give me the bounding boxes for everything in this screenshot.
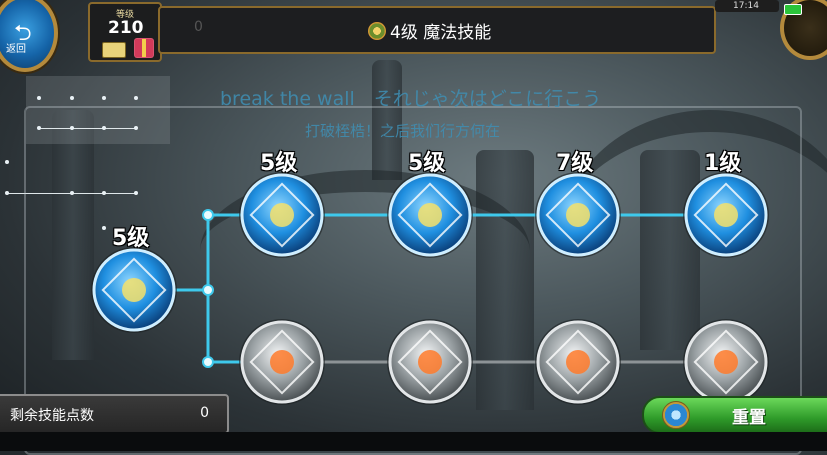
connector-node — [202, 356, 214, 368]
remaining-points-label: 剩余技能点数 — [10, 408, 94, 424]
remaining-points-value: 0 — [200, 405, 209, 421]
arrow-spread-icon — [122, 278, 146, 302]
skill-level-label: 5级 — [260, 151, 298, 176]
piercing-arrow-icon — [270, 203, 294, 227]
bottom-bar — [0, 432, 827, 451]
skill-level-label: 1级 — [704, 151, 742, 176]
skill-level-label: 5级 — [112, 226, 150, 251]
radiant-blast-icon — [714, 350, 738, 374]
summon-figure-icon — [566, 203, 590, 227]
triple-arrow-icon — [418, 203, 442, 227]
reset-icon — [662, 401, 690, 429]
reset-label: 重置 — [732, 408, 766, 428]
connector-node — [202, 284, 214, 296]
wind-vortex-icon — [566, 350, 590, 374]
skill-level-label: 7级 — [556, 151, 594, 176]
flame-burst-icon — [418, 350, 442, 374]
remaining-points-box: 剩余技能点数 0 — [0, 394, 229, 434]
fire-pillar-icon — [270, 350, 294, 374]
fire-dome-icon — [714, 203, 738, 227]
reset-button[interactable]: 重置 — [642, 396, 827, 434]
connector-node — [202, 209, 214, 221]
skill-level-label: 5级 — [408, 151, 446, 176]
